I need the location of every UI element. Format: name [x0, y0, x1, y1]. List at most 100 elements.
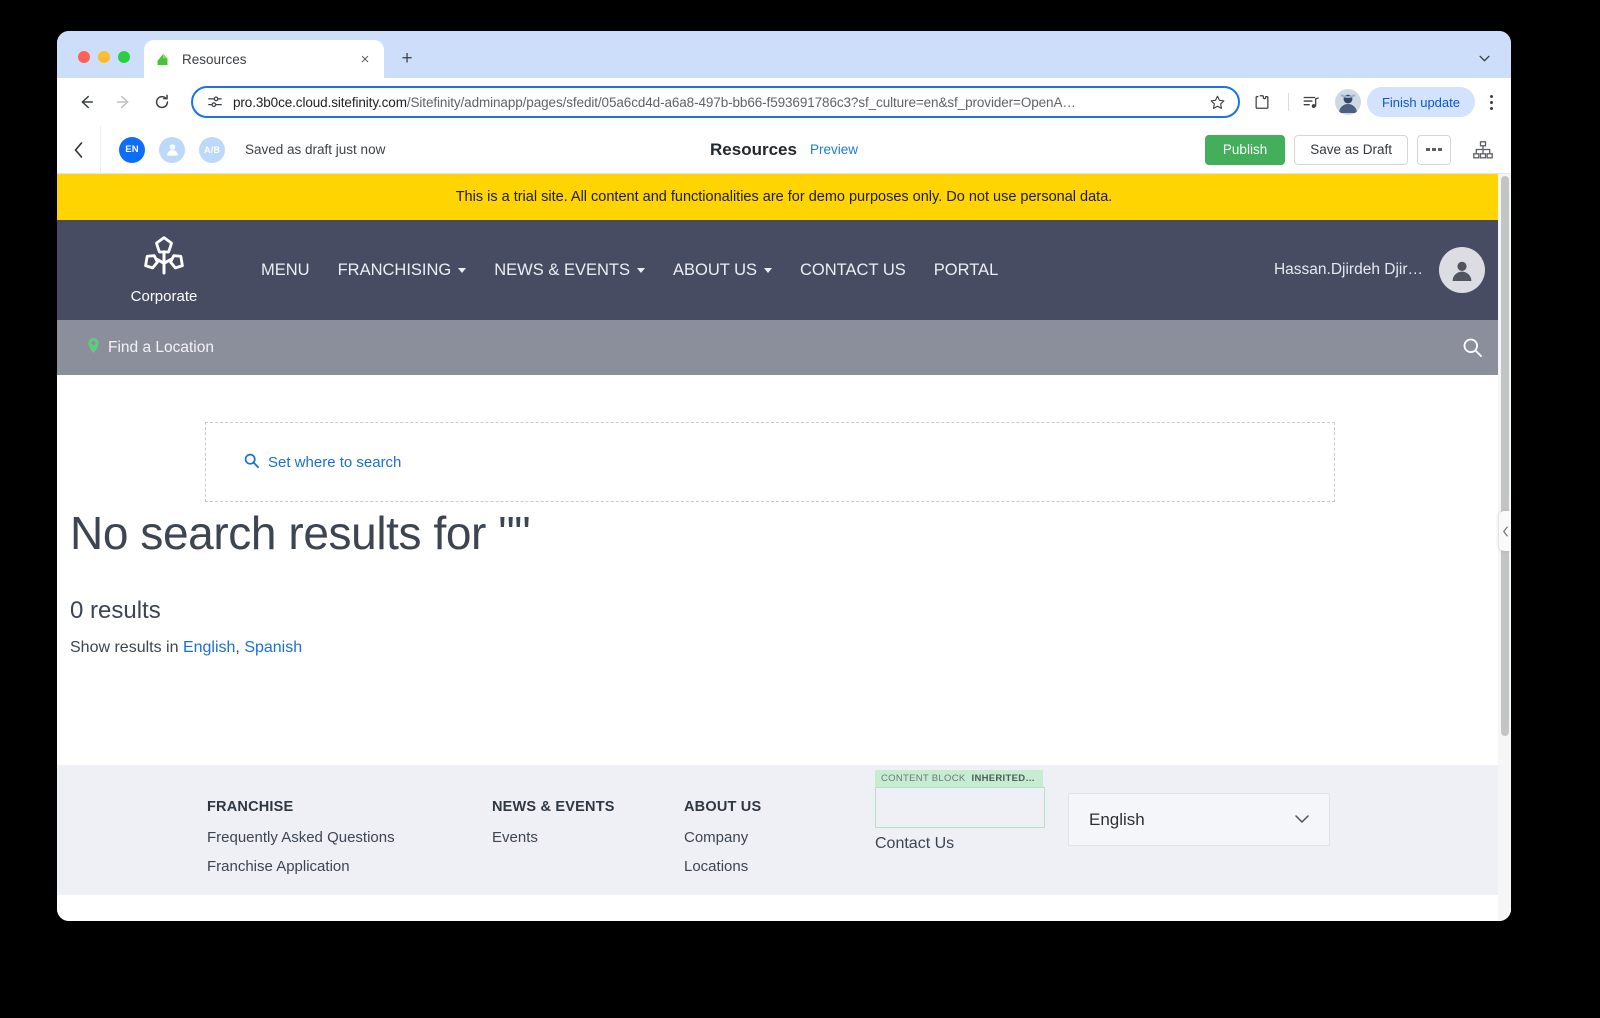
content-block-inherited-badge: INHERITED…: [971, 773, 1036, 784]
new-tab-button[interactable]: +: [394, 46, 420, 72]
corporate-trident-logo-icon: [137, 235, 191, 286]
footer-heading: ABOUT US: [684, 799, 762, 815]
sitemap-icon[interactable]: [1469, 136, 1497, 164]
save-status-text: Saved as draft just now: [245, 142, 386, 157]
nav-item-about-us[interactable]: ABOUT US: [659, 253, 786, 288]
footer-link-events[interactable]: Events: [492, 829, 615, 846]
nav-label: CONTACT US: [800, 260, 906, 279]
footer-link-franchise-application[interactable]: Franchise Application: [207, 858, 395, 875]
site-footer: FRANCHISE Frequently Asked Questions Fra…: [57, 765, 1511, 895]
header-user-area[interactable]: Hassan.Djirdeh Djir…: [1274, 247, 1511, 293]
footer-column-news-events: NEWS & EVENTS Events: [492, 799, 615, 858]
nav-label: FRANCHISING: [337, 260, 452, 279]
sitefinity-logo-icon: [154, 51, 171, 68]
language-select[interactable]: English: [1068, 793, 1330, 846]
show-results-prefix: Show results in: [70, 639, 183, 656]
browser-toolbar: pro.3b0ce.cloud.sitefinity.com/Sitefinit…: [57, 78, 1511, 126]
language-select-value: English: [1089, 809, 1145, 829]
edit-panel-handle[interactable]: [1499, 511, 1511, 551]
browser-tab-title: Resources: [182, 51, 247, 67]
content-block-body[interactable]: [875, 787, 1045, 828]
nav-label: PORTAL: [933, 260, 999, 279]
address-bar[interactable]: pro.3b0ce.cloud.sitefinity.com/Sitefinit…: [191, 86, 1240, 118]
chevron-down-icon: [764, 267, 773, 273]
profile-avatar[interactable]: [1334, 89, 1361, 115]
search-icon: [244, 453, 259, 472]
minimize-window-button[interactable]: [98, 51, 110, 63]
footer-column-franchise: FRANCHISE Frequently Asked Questions Fra…: [207, 799, 395, 887]
maximize-window-button[interactable]: [118, 51, 130, 63]
site-info-tune-icon[interactable]: [206, 93, 224, 111]
chevron-down-icon: [1295, 812, 1309, 827]
preview-link[interactable]: Preview: [810, 142, 858, 157]
admin-actions: Publish Save as Draft: [1204, 134, 1511, 165]
save-as-draft-button[interactable]: Save as Draft: [1294, 134, 1408, 165]
nav-label: MENU: [261, 260, 310, 279]
footer-column-about-us: ABOUT US Company Locations: [684, 799, 761, 887]
set-where-to-search-label: Set where to search: [268, 453, 402, 471]
find-location-label: Find a Location: [108, 338, 214, 356]
chevron-down-icon: [458, 267, 467, 273]
language-link-english[interactable]: English: [183, 639, 235, 656]
footer-link-company[interactable]: Company: [684, 829, 761, 846]
window-traffic-lights: [78, 51, 130, 63]
chevron-down-icon[interactable]: [1471, 45, 1497, 71]
footer-link-locations[interactable]: Locations: [684, 858, 761, 875]
nav-item-contact-us[interactable]: CONTACT US: [786, 253, 920, 288]
set-where-to-search-link[interactable]: Set where to search: [244, 453, 401, 472]
nav-item-portal[interactable]: PORTAL: [920, 253, 1013, 288]
reading-list-icon[interactable]: [1297, 88, 1325, 116]
finish-update-button[interactable]: Finish update: [1366, 87, 1475, 117]
trial-site-banner: This is a trial site. All content and fu…: [57, 174, 1511, 220]
show-results-in-row: Show results in English, Spanish: [70, 639, 302, 657]
sitefinity-admin-toolbar: EN A/B Saved as draft just now Resources…: [57, 126, 1511, 174]
brand-name: Corporate: [130, 288, 198, 305]
address-bar-url: pro.3b0ce.cloud.sitefinity.com/Sitefinit…: [233, 94, 1076, 110]
search-results-section: Set where to search No search results fo…: [57, 375, 1511, 765]
reload-button[interactable]: [147, 87, 177, 117]
ab-test-badge[interactable]: A/B: [199, 136, 225, 163]
browser-tab[interactable]: Resources ×: [144, 40, 384, 78]
main-navigation: MENU FRANCHISING NEWS & EVENTS ABOUT US …: [247, 253, 1012, 288]
footer-link-faq[interactable]: Frequently Asked Questions: [207, 829, 395, 846]
map-pin-icon: [87, 337, 100, 359]
browser-window: Resources × + pro.3b0ce.cloud.sitefinity…: [57, 31, 1511, 921]
admin-back-button[interactable]: [57, 126, 101, 174]
extensions-puzzle-icon[interactable]: [1248, 88, 1276, 116]
search-scope-widget[interactable]: Set where to search: [205, 422, 1335, 502]
nav-item-franchising[interactable]: FRANCHISING: [324, 253, 481, 288]
person-avatar-icon[interactable]: [1439, 247, 1485, 293]
back-button[interactable]: [71, 87, 101, 117]
more-actions-ellipsis-icon[interactable]: [1417, 134, 1451, 165]
bookmark-star-icon[interactable]: [1208, 92, 1228, 112]
content-block-widget[interactable]: CONTENT BLOCK INHERITED…: [875, 770, 1045, 828]
nav-label: NEWS & EVENTS: [494, 260, 630, 279]
site-brand[interactable]: Corporate: [89, 235, 239, 305]
persona-icon[interactable]: [159, 136, 185, 163]
find-a-location-link[interactable]: Find a Location: [87, 337, 214, 359]
language-separator: ,: [235, 639, 245, 656]
forward-button[interactable]: [109, 87, 139, 117]
browser-menu-kebab-icon[interactable]: [1477, 88, 1505, 116]
nav-label: ABOUT US: [672, 260, 758, 279]
footer-link-contact-us[interactable]: Contact Us: [875, 835, 954, 853]
page-viewport: EN A/B Saved as draft just now Resources…: [57, 126, 1511, 921]
toolbar-divider: [1287, 93, 1289, 111]
language-link-spanish[interactable]: Spanish: [244, 639, 302, 656]
page-title: Resources: [710, 139, 797, 159]
language-badge-en[interactable]: EN: [119, 136, 145, 163]
find-location-bar: Find a Location: [57, 320, 1511, 375]
footer-heading: FRANCHISE: [207, 799, 294, 815]
content-block-type-label: CONTENT BLOCK: [881, 773, 966, 784]
nav-item-news-events[interactable]: NEWS & EVENTS: [480, 253, 659, 288]
close-window-button[interactable]: [78, 51, 90, 63]
page-scrollbar-thumb[interactable]: [1500, 176, 1509, 736]
search-icon[interactable]: [1459, 335, 1485, 361]
close-tab-button[interactable]: ×: [356, 50, 374, 68]
results-count: 0 results: [70, 597, 161, 624]
publish-button[interactable]: Publish: [1204, 134, 1286, 165]
header-username: Hassan.Djirdeh Djir…: [1273, 261, 1423, 278]
tab-strip: Resources × +: [57, 31, 1511, 78]
chevron-down-icon: [636, 267, 645, 273]
nav-item-menu[interactable]: MENU: [247, 253, 324, 288]
